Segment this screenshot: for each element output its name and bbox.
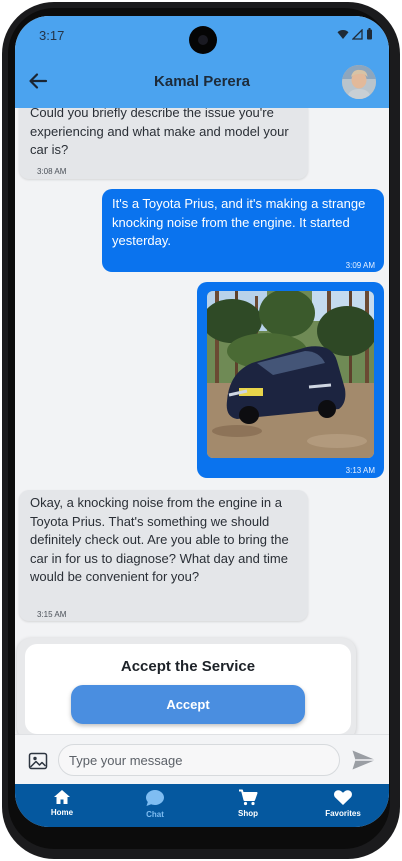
send-icon[interactable] (351, 749, 377, 771)
message-text: It's a Toyota Prius, and it's making a s… (112, 196, 366, 248)
bottom-navigation: Home Chat Shop Favorites (15, 784, 389, 827)
app-screen: 3:17 Kamal Perera Could you briefly desc… (15, 16, 389, 827)
chat-messages[interactable]: Could you briefly describe the issue you… (15, 108, 389, 728)
user-avatar[interactable] (342, 65, 376, 99)
message-text: Could you briefly describe the issue you… (30, 108, 289, 157)
outgoing-image-message: 3:13 AM (197, 282, 384, 478)
home-icon (54, 790, 70, 804)
nav-label: Home (50, 808, 74, 817)
nav-home[interactable]: Home (27, 789, 97, 825)
accept-service-card: Accept the Service Accept (25, 644, 351, 734)
message-time: 3:13 AM (345, 466, 375, 475)
nav-favorites[interactable]: Favorites (308, 789, 378, 825)
image-icon[interactable] (28, 751, 48, 771)
message-time: 3:08 AM (37, 167, 67, 176)
status-bar: 3:17 (15, 16, 389, 56)
chat-bubble-icon (146, 790, 164, 806)
message-composer (15, 734, 389, 784)
incoming-message: Okay, a knocking noise from the engine i… (19, 490, 308, 621)
status-icons (337, 28, 373, 40)
nav-label: Chat (146, 810, 164, 819)
nav-shop[interactable]: Shop (213, 789, 283, 825)
nav-label: Shop (238, 809, 258, 818)
message-time: 3:15 AM (37, 610, 67, 619)
incoming-message: Could you briefly describe the issue you… (19, 108, 308, 179)
nav-label: Favorites (325, 809, 361, 818)
message-text: Okay, a knocking noise from the engine i… (30, 495, 289, 584)
accept-button[interactable]: Accept (71, 685, 305, 724)
message-input[interactable] (58, 744, 340, 776)
status-time: 3:17 (39, 28, 65, 43)
car-photo[interactable] (207, 291, 374, 458)
contact-name: Kamal Perera (154, 73, 250, 90)
accept-service-panel: Accept the Service Accept (17, 638, 356, 741)
battery-icon (367, 28, 372, 40)
wifi-icon (337, 29, 349, 39)
accept-service-title: Accept the Service (120, 658, 256, 675)
outgoing-message: It's a Toyota Prius, and it's making a s… (102, 189, 384, 272)
signal-icon (352, 28, 363, 40)
message-time: 3:09 AM (345, 261, 375, 270)
chat-header: Kamal Perera (15, 56, 389, 108)
nav-chat[interactable]: Chat (120, 789, 190, 825)
front-camera (189, 26, 217, 54)
shopping-cart-icon (239, 789, 258, 806)
heart-icon (334, 790, 352, 805)
